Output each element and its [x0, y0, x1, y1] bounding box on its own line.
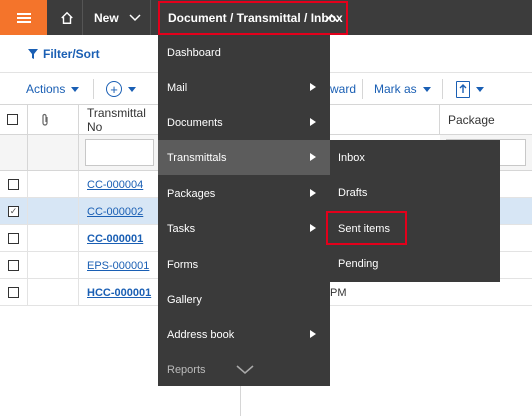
menu-item-label: Address book: [167, 328, 235, 341]
menu-item-transmittals[interactable]: Transmittals: [158, 140, 330, 175]
filter-icon: [28, 49, 38, 59]
chevron-right-icon: [310, 224, 316, 232]
chevron-right-icon: [310, 189, 316, 197]
transmittal-no-filter-input[interactable]: [85, 139, 154, 166]
sent-items-highlight: [326, 211, 407, 245]
forward-button[interactable]: ward: [330, 73, 356, 105]
module-breadcrumb-button[interactable]: Document / Transmittal / Inbox: [158, 1, 348, 35]
hamburger-icon: [16, 12, 31, 23]
divider: [442, 79, 443, 99]
actions-label: Actions: [26, 82, 66, 96]
transmittal-no-header[interactable]: Transmittal No: [79, 105, 161, 135]
menu-item-label: Transmittals: [167, 151, 227, 164]
filter-sort-button[interactable]: Filter/Sort: [28, 47, 100, 61]
select-all-checkbox[interactable]: [7, 114, 18, 125]
divider: [93, 79, 94, 99]
add-dropdown[interactable]: +: [106, 73, 136, 105]
new-button[interactable]: New: [94, 0, 141, 35]
home-icon: [61, 11, 73, 24]
forward-label: ward: [330, 82, 357, 96]
transmittal-no-header-label: Transmittal No: [87, 105, 146, 134]
menu-item-label: Reports: [167, 363, 206, 376]
new-button-label: New: [94, 10, 119, 25]
row-checkbox[interactable]: [8, 287, 19, 298]
divider: [362, 79, 363, 99]
divider: [150, 0, 151, 35]
filter-cell: [0, 135, 28, 171]
select-all-header[interactable]: [0, 105, 28, 135]
submenu-item-inbox[interactable]: Inbox: [330, 140, 500, 175]
actions-dropdown[interactable]: Actions: [26, 73, 80, 105]
mark-as-dropdown[interactable]: Mark as: [374, 73, 431, 105]
transmittal-link[interactable]: CC-000004: [79, 179, 143, 191]
row-checkbox[interactable]: [8, 233, 19, 244]
menu-item-tasks[interactable]: Tasks: [158, 211, 330, 246]
caret-down-icon: [71, 86, 80, 92]
column-divider: [240, 386, 241, 416]
submenu-item-label: Drafts: [338, 186, 368, 199]
menu-item-label: Tasks: [167, 222, 196, 235]
mark-as-label: Mark as: [374, 82, 417, 96]
filter-cell: [79, 135, 161, 171]
caret-down-icon: [128, 86, 136, 92]
plus-circle-icon: +: [106, 81, 122, 97]
menu-item-label: Gallery: [167, 293, 202, 306]
transmittal-link[interactable]: CC-000001: [79, 233, 143, 245]
chevron-right-icon: [310, 83, 316, 91]
row-checkbox[interactable]: [8, 260, 19, 271]
breadcrumb-label: Document / Transmittal / Inbox: [168, 11, 343, 25]
caret-down-icon: [476, 86, 484, 92]
top-navigation-bar: New Document / Transmittal / Inbox: [0, 0, 532, 35]
transmittal-link[interactable]: CC-000002: [79, 206, 143, 218]
package-header-label: Package: [448, 112, 495, 127]
menu-item-label: Dashboard: [167, 46, 221, 59]
submenu-item-drafts[interactable]: Drafts: [330, 175, 500, 210]
menu-item-dashboard[interactable]: Dashboard: [158, 35, 330, 70]
chevron-up-icon: [325, 13, 338, 22]
menu-item-label: Documents: [167, 116, 223, 129]
submenu-item-pending[interactable]: Pending: [330, 246, 500, 281]
module-dropdown-menu: Dashboard Mail Documents Transmittals Pa…: [158, 35, 330, 386]
submenu-item-label: Pending: [338, 257, 379, 270]
date-cell: PM: [330, 286, 347, 299]
home-button[interactable]: [52, 0, 82, 35]
attachment-header[interactable]: [28, 105, 79, 135]
main-menu-button[interactable]: [0, 0, 47, 35]
export-dropdown[interactable]: [456, 73, 484, 105]
chevron-down-icon: [129, 13, 141, 21]
filter-cell: [28, 135, 79, 171]
menu-item-mail[interactable]: Mail: [158, 70, 330, 105]
transmittal-link[interactable]: EPS-000001: [79, 260, 149, 272]
menu-item-gallery[interactable]: Gallery: [158, 282, 330, 317]
package-header[interactable]: Package: [440, 105, 532, 135]
divider: [82, 0, 83, 35]
filter-sort-label: Filter/Sort: [43, 47, 100, 61]
paperclip-icon: [42, 113, 48, 126]
menu-item-label: Forms: [167, 258, 199, 271]
transmittal-link[interactable]: HCC-000001: [79, 287, 151, 299]
menu-item-label: Packages: [167, 187, 216, 200]
menu-item-documents[interactable]: Documents: [158, 105, 330, 140]
caret-down-icon: [422, 86, 431, 92]
chevron-right-icon: [310, 153, 316, 161]
chevron-right-icon: [310, 330, 316, 338]
chevron-right-icon: [310, 118, 316, 126]
chevron-down-icon[interactable]: [236, 365, 254, 375]
export-icon: [456, 80, 470, 98]
submenu-item-label: Inbox: [338, 151, 365, 164]
menu-item-address-book[interactable]: Address book: [158, 317, 330, 352]
menu-item-forms[interactable]: Forms: [158, 247, 330, 282]
menu-item-label: Mail: [167, 81, 188, 94]
row-checkbox-checked[interactable]: ✓: [8, 206, 19, 217]
column-header[interactable]: [330, 105, 440, 135]
menu-item-packages[interactable]: Packages: [158, 176, 330, 211]
row-checkbox[interactable]: [8, 179, 19, 190]
